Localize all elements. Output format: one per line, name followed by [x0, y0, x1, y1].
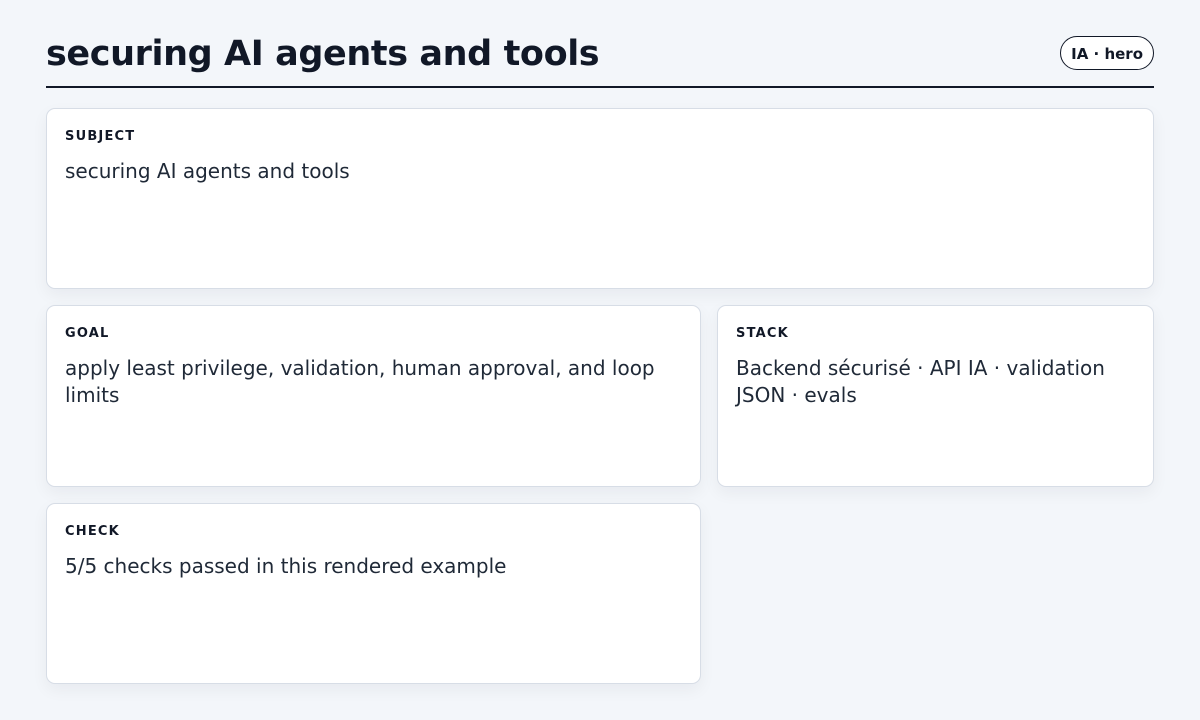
- stack-value: Backend sécurisé · API IA · validation J…: [736, 356, 1105, 407]
- check-value: 5/5 checks passed in this rendered examp…: [65, 554, 507, 578]
- check-label: CHECK: [65, 524, 120, 539]
- subject-value: securing AI agents and tools: [65, 159, 350, 183]
- goal-card: GOAL apply least privilege, validation, …: [46, 305, 701, 487]
- goal-label: GOAL: [65, 326, 110, 341]
- page-title: securing AI agents and tools: [46, 34, 600, 74]
- page-header: securing AI agents and tools IA · hero: [46, 30, 1154, 88]
- stack-label: STACK: [736, 326, 789, 341]
- check-card: CHECK 5/5 checks passed in this rendered…: [46, 503, 701, 684]
- stack-card: STACK Backend sécurisé · API IA · valida…: [717, 305, 1154, 487]
- category-badge: IA · hero: [1060, 36, 1154, 70]
- goal-value: apply least privilege, validation, human…: [65, 356, 655, 407]
- subject-card: SUBJECT securing AI agents and tools: [46, 108, 1154, 289]
- subject-label: SUBJECT: [65, 129, 136, 144]
